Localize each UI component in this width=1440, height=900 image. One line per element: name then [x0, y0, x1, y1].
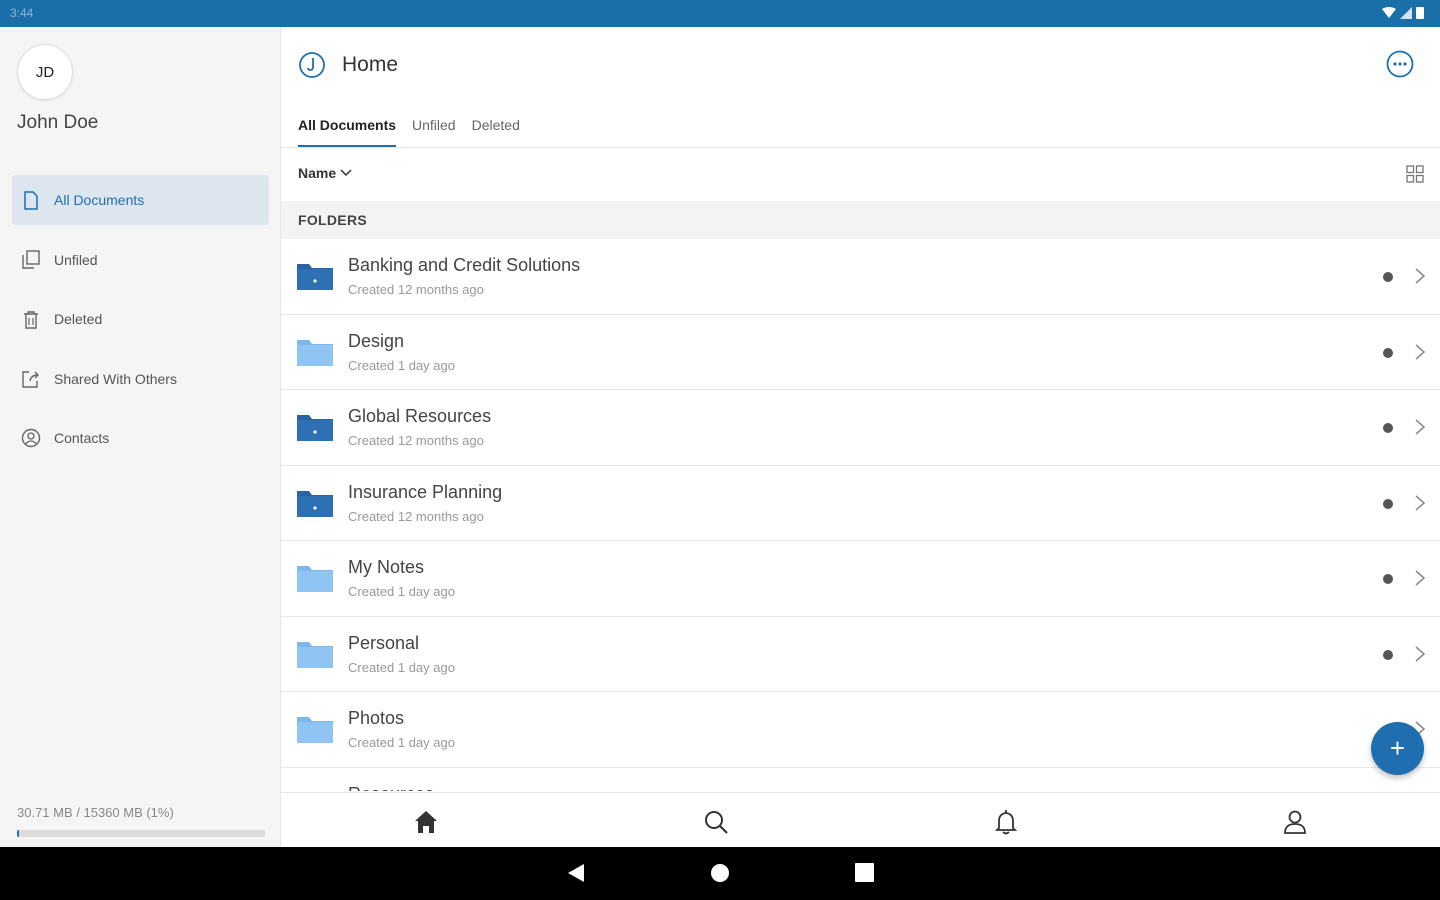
add-button[interactable]: + [1371, 722, 1424, 775]
wifi-icon [1382, 6, 1396, 18]
status-bar: 3:44 [0, 0, 1440, 27]
folder-list: Banking and Credit Solutions Created 12 … [281, 239, 1440, 791]
tabs-divider [281, 147, 1440, 148]
folder-row[interactable]: Personal Created 1 day ago [281, 617, 1440, 692]
folder-status-dot[interactable] [1383, 272, 1393, 282]
folder-name: Banking and Credit Solutions [348, 255, 581, 275]
sidebar-item-label: Shared With Others [54, 370, 177, 387]
folder-icon [296, 790, 334, 792]
folder-status-dot[interactable] [1383, 649, 1393, 660]
profile-icon[interactable] [1281, 808, 1309, 836]
tab-all-documents[interactable]: All Documents [298, 111, 397, 148]
shared-folder-icon [297, 264, 333, 290]
folder-name: Design [348, 330, 405, 351]
storage-usage-text: 30.71 MB / 15360 MB (1%) [17, 805, 174, 820]
folder-created: Created 1 day ago [348, 659, 455, 675]
folder-status-dot[interactable] [1383, 423, 1393, 433]
folder-icon [297, 566, 333, 592]
chevron-right-icon[interactable] [1414, 645, 1426, 663]
sidebar-item-label: Unfiled [54, 251, 98, 268]
status-icons [1382, 6, 1424, 19]
signal-icon [1400, 6, 1412, 19]
trash-icon [20, 308, 42, 330]
folder-name: Personal [348, 632, 420, 653]
status-time: 3:44 [10, 6, 34, 20]
contacts-icon [20, 427, 42, 449]
document-icon [20, 189, 42, 211]
tab-deleted[interactable]: Deleted [472, 111, 520, 148]
chevron-right-icon[interactable] [1414, 418, 1426, 436]
notifications-bell-icon[interactable] [992, 808, 1020, 836]
folder-name: My Notes [348, 557, 425, 577]
chevron-right-icon[interactable] [1414, 267, 1426, 285]
folders-section-header: FOLDERS [281, 201, 1440, 239]
sidebar-item-all-documents[interactable]: All Documents [12, 175, 269, 225]
home-nav-icon[interactable] [710, 863, 730, 883]
folder-row[interactable]: Photos Created 1 day ago [281, 692, 1440, 768]
sidebar-item-shared-with-others[interactable]: Shared With Others [12, 354, 269, 404]
folder-status-dot[interactable] [1383, 347, 1393, 358]
search-icon[interactable] [702, 808, 730, 836]
share-icon [20, 368, 42, 390]
android-nav-bar [0, 847, 1440, 900]
folder-row[interactable]: Design Created 1 day ago [281, 315, 1440, 390]
folder-name: Photos [348, 708, 405, 728]
folder-status-dot[interactable] [1383, 498, 1393, 509]
tab-unfiled[interactable]: Unfiled [412, 111, 456, 148]
folder-created: Created 12 months ago [348, 282, 484, 297]
app-logo-icon [299, 52, 325, 78]
chevron-right-icon[interactable] [1414, 569, 1426, 587]
sidebar-nav: All Documents Unfiled Deleted Shared Wit… [12, 175, 269, 473]
recent-apps-icon[interactable] [855, 863, 874, 882]
sort-dropdown[interactable]: Name [298, 165, 352, 181]
chevron-down-icon [340, 169, 352, 177]
folder-name: Global Resources [348, 406, 492, 426]
sidebar: JD John Doe All Documents Unfiled Delete… [0, 27, 281, 847]
folder-icon [297, 339, 333, 366]
storage-usage-bar [17, 830, 265, 837]
folder-created: Created 1 day ago [348, 357, 455, 373]
folder-row[interactable]: Insurance Planning Created 12 months ago [281, 466, 1440, 541]
chevron-right-icon[interactable] [1414, 494, 1426, 512]
sort-label: Name [298, 165, 337, 181]
battery-icon [1416, 7, 1424, 19]
home-icon[interactable] [412, 808, 440, 836]
shared-folder-icon [297, 415, 333, 441]
folder-row[interactable]: Resources [281, 768, 1440, 792]
chevron-right-icon[interactable] [1414, 343, 1426, 361]
folder-name: Resources [348, 784, 434, 792]
storage-usage-fill [17, 830, 20, 837]
user-name: John Doe [17, 112, 99, 133]
folder-row[interactable]: My Notes Created 1 day ago [281, 541, 1440, 617]
folder-created: Created 12 months ago [348, 433, 484, 448]
folder-status-dot[interactable] [1383, 574, 1393, 584]
folder-row[interactable]: Global Resources Created 12 months ago [281, 390, 1440, 466]
avatar[interactable]: JD [17, 44, 73, 100]
folder-created: Created 1 day ago [348, 584, 455, 599]
sidebar-item-contacts[interactable]: Contacts [12, 413, 269, 463]
sidebar-item-unfiled[interactable]: Unfiled [12, 235, 269, 285]
main-content: Home All Documents Unfiled Deleted Name … [281, 27, 1440, 847]
sidebar-item-deleted[interactable]: Deleted [12, 294, 269, 344]
folder-row[interactable]: Banking and Credit Solutions Created 12 … [281, 239, 1440, 315]
tab-bar: All Documents Unfiled Deleted [298, 111, 536, 148]
grid-view-icon[interactable] [1406, 165, 1424, 183]
folder-created: Created 1 day ago [348, 735, 455, 750]
page-title: Home [342, 53, 399, 76]
bottom-nav [281, 792, 1440, 847]
back-icon[interactable] [566, 863, 586, 883]
sidebar-item-label: Deleted [54, 311, 103, 327]
copy-icon [20, 249, 42, 271]
folder-name: Insurance Planning [348, 481, 503, 502]
more-options-icon[interactable] [1385, 49, 1415, 79]
folder-icon [297, 641, 333, 668]
shared-folder-icon [297, 490, 333, 517]
sidebar-item-label: All Documents [54, 192, 145, 208]
folder-icon [297, 717, 333, 743]
sidebar-item-label: Contacts [54, 430, 110, 446]
folder-created: Created 12 months ago [348, 508, 484, 524]
